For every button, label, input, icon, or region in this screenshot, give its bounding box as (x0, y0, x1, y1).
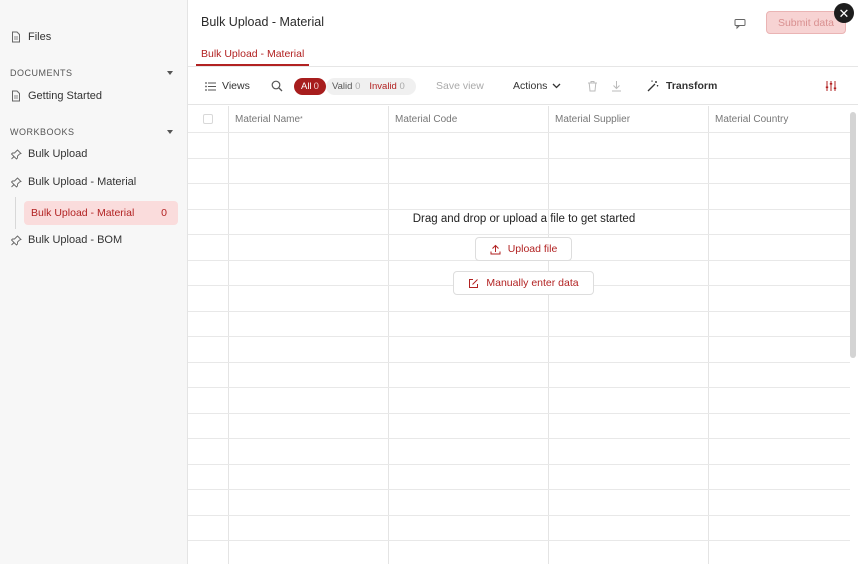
magic-wand-icon (647, 80, 659, 92)
sidebar-item-bulk-upload[interactable]: Bulk Upload (10, 145, 87, 163)
workbooks-heading: WORKBOOKS (10, 127, 75, 137)
edit-icon (468, 278, 479, 289)
views-button[interactable]: Views (205, 78, 250, 94)
filter-valid-label: Valid (332, 81, 353, 92)
workbooks-section-header[interactable]: WORKBOOKS (10, 127, 173, 137)
row-divider (188, 208, 850, 210)
filter-all-label: All (301, 81, 312, 92)
sheet-count-badge: 0 (161, 207, 167, 219)
empty-state-message: Drag and drop or upload a file to get st… (412, 213, 636, 225)
save-view-button[interactable]: Save view (436, 78, 484, 94)
sheet-label: Bulk Upload - Material (31, 207, 135, 219)
page-title: Bulk Upload - Material (201, 15, 324, 29)
sidebar-item-label: Files (28, 31, 52, 43)
pin-icon (10, 234, 22, 246)
row-divider (188, 438, 850, 439)
documents-heading: DOCUMENTS (10, 68, 73, 78)
upload-icon (490, 244, 501, 255)
filter-valid-pill[interactable]: Valid 0 (326, 81, 364, 92)
sidebar-item-label: Bulk Upload - BOM (28, 234, 123, 246)
sliders-icon[interactable] (825, 78, 837, 94)
row-divider (188, 361, 850, 363)
column-header-material-supplier[interactable]: Material Supplier (548, 106, 708, 132)
row-divider (188, 412, 850, 414)
row-divider (188, 463, 850, 465)
column-label: Material Code (395, 113, 458, 125)
column-divider (228, 106, 229, 564)
sidebar-item-bulk-upload-material[interactable]: Bulk Upload - Material (10, 173, 136, 191)
search-icon[interactable] (271, 78, 283, 94)
upload-file-button[interactable]: Upload file (475, 237, 572, 261)
row-divider (188, 489, 850, 490)
close-icon[interactable]: ✕ (834, 3, 854, 23)
filter-invalid-label: Invalid (369, 81, 397, 92)
transform-button[interactable]: Transform (647, 78, 717, 94)
download-icon[interactable] (611, 78, 622, 94)
data-grid: Material Name * Material Code Material S… (188, 106, 850, 564)
filter-all-count: 0 (313, 81, 319, 92)
filter-valid-count: 0 (355, 81, 361, 92)
filter-pill-group: Valid 0 Invalid 0 (326, 78, 416, 95)
select-all-checkbox[interactable] (203, 114, 213, 124)
actions-label: Actions (513, 80, 548, 92)
column-label: Material Supplier (555, 113, 631, 125)
sidebar-item-active-sheet[interactable]: Bulk Upload - Material 0 (24, 201, 178, 225)
row-divider (188, 234, 850, 235)
sidebar-item-getting-started[interactable]: Getting Started (10, 87, 102, 105)
vertical-scrollbar[interactable] (850, 112, 856, 358)
list-icon (205, 81, 216, 91)
row-divider (188, 132, 850, 133)
row-divider (188, 157, 850, 159)
column-divider (708, 106, 709, 564)
document-icon (10, 90, 22, 102)
row-divider (188, 540, 850, 541)
sidebar-item-files[interactable]: Files (10, 28, 51, 46)
row-divider (188, 387, 850, 388)
pin-icon (10, 148, 22, 160)
tab-bulk-upload-material[interactable]: Bulk Upload - Material (196, 44, 310, 66)
row-divider (188, 310, 850, 312)
pin-icon (10, 176, 22, 188)
chevron-down-icon[interactable] (167, 130, 173, 134)
column-header-material-code[interactable]: Material Code (388, 106, 548, 132)
actions-dropdown[interactable]: Actions (513, 78, 561, 94)
row-divider (188, 336, 850, 337)
sidebar-item-bulk-upload-bom[interactable]: Bulk Upload - BOM (10, 231, 122, 249)
tree-connector (15, 197, 16, 229)
upload-file-label: Upload file (507, 243, 558, 255)
column-label: Material Name (235, 113, 301, 125)
transform-label: Transform (666, 80, 718, 92)
column-header-material-name[interactable]: Material Name * (228, 106, 388, 132)
column-header-material-country[interactable]: Material Country (708, 106, 850, 132)
chevron-down-icon (552, 83, 561, 89)
manually-enter-data-button[interactable]: Manually enter data (453, 271, 594, 295)
column-label: Material Country (715, 113, 789, 125)
toolbar: Views All 0 Valid 0 Invalid 0 Save view … (188, 67, 858, 105)
row-divider (188, 514, 850, 516)
views-label: Views (222, 80, 250, 92)
chevron-down-icon[interactable] (167, 71, 173, 75)
row-divider (188, 183, 850, 184)
column-divider (548, 106, 549, 564)
feedback-icon[interactable] (733, 16, 747, 30)
sidebar-item-label: Bulk Upload (28, 148, 88, 160)
documents-section-header[interactable]: DOCUMENTS (10, 68, 173, 78)
sidebar: Files DOCUMENTS Getting Started WORKBOOK… (0, 0, 188, 564)
column-divider (388, 106, 389, 564)
sidebar-item-label: Getting Started (28, 90, 102, 102)
filter-invalid-pill[interactable]: Invalid 0 (364, 81, 409, 92)
manually-enter-data-label: Manually enter data (486, 277, 579, 289)
required-marker: * (300, 115, 303, 123)
file-icon (10, 31, 22, 43)
trash-icon[interactable] (587, 78, 598, 94)
filter-invalid-count: 0 (399, 81, 405, 92)
sidebar-item-label: Bulk Upload - Material (28, 176, 137, 188)
filter-all-pill[interactable]: All 0 (294, 78, 326, 95)
